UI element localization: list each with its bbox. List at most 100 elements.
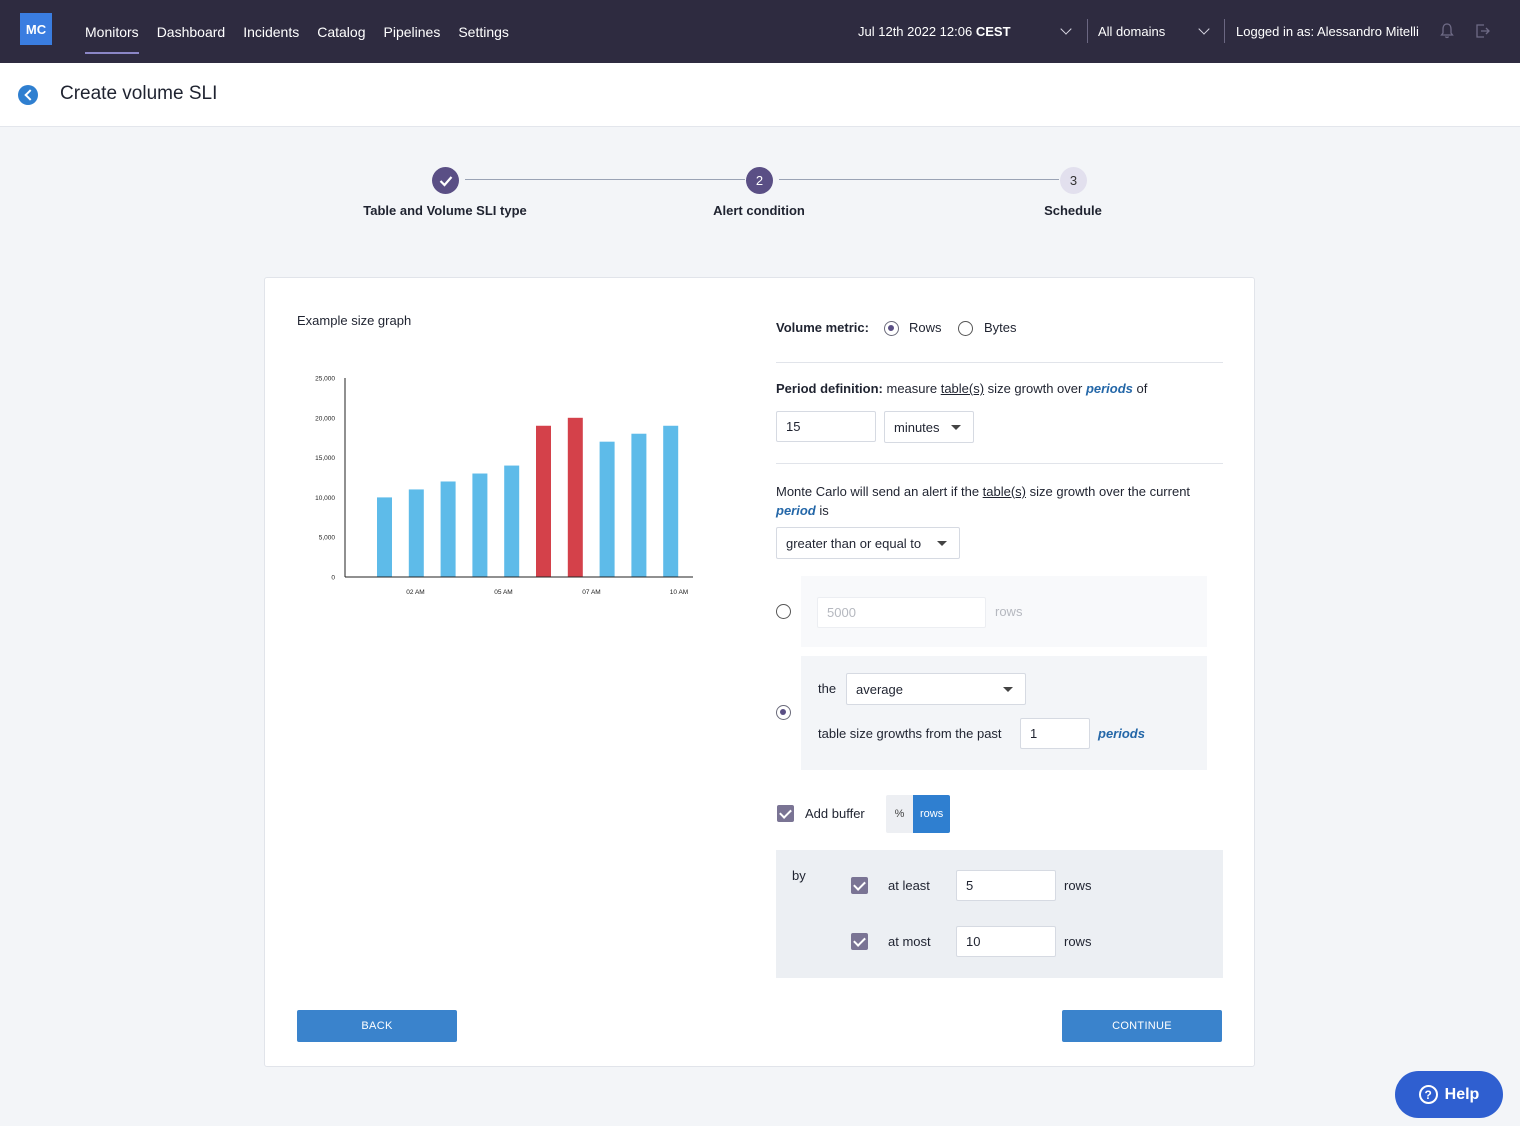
at-most-unit: rows [1064,934,1092,949]
nav-incidents[interactable]: Incidents [243,18,299,46]
alert-text2: size growth over the current [1026,484,1191,499]
user-text: Logged in as: Alessandro Mitelli [1236,24,1419,39]
radio-relative-threshold[interactable] [776,705,791,720]
bar [536,425,551,577]
bar [631,433,647,577]
step-3-label: Schedule [1044,203,1102,218]
alert-is: is [815,503,829,518]
step-3-number: 3 [1060,167,1087,194]
y-tick-label: 10,000 [315,495,335,502]
step-1-label: Table and Volume SLI type [363,203,527,218]
period-unit-select[interactable]: minutes [884,411,974,443]
nav-catalog[interactable]: Catalog [317,18,365,46]
bar [472,473,488,577]
periods-term: periods [1085,381,1133,396]
timezone-text: CEST [975,24,1011,39]
alert-description: Monte Carlo will send an alert if the ta… [776,482,1221,520]
past-value: 1 [1030,726,1038,741]
divider [776,463,1223,464]
x-tick-label: 05 AM [494,589,512,596]
domain-selector[interactable]: All domains [1098,0,1165,63]
radio-absolute-threshold[interactable] [776,604,791,619]
chevron-down-icon[interactable] [1198,23,1210,35]
at-least-unit: rows [1064,878,1092,893]
period-unit: minutes [894,419,940,435]
buffer-percent-option[interactable]: % [886,795,913,833]
graph-title: Example size graph [297,313,412,328]
help-label: Help [1444,1085,1480,1103]
bar [504,465,520,577]
at-most-input[interactable]: 10 [956,926,1056,957]
divider [776,362,1223,363]
help-button[interactable]: ? Help [1395,1071,1503,1118]
nav-divider [1224,19,1225,43]
buffer-unit-toggle: % rows [886,795,951,833]
mc-logo[interactable]: MC [20,13,52,45]
nav-settings[interactable]: Settings [458,18,509,46]
nav-divider [1087,19,1088,43]
nav-monitors[interactable]: Monitors [85,18,139,54]
x-tick-label: 07 AM [582,589,600,596]
y-tick-label: 5,000 [319,535,336,542]
at-least-label: at least [888,878,930,893]
period-term: period [776,503,816,518]
bell-icon[interactable] [1440,23,1454,39]
back-arrow-icon[interactable] [18,85,38,105]
date-text: Jul 12th 2022 12:06 [858,24,973,39]
page-header: Create volume SLI [0,63,1520,127]
add-buffer-checkbox[interactable] [777,805,794,822]
alert-condition-card: Example size graph 0 5,000 10,000 15,000 20,… [264,277,1255,1067]
chevron-down-icon[interactable] [1060,23,1072,35]
comparator-select[interactable]: greater than or equal to [776,527,960,559]
past-label: table size growths from the past [818,726,1002,741]
at-least-value: 5 [966,878,974,893]
at-most-checkbox[interactable] [851,933,868,950]
step-2-label: Alert condition [713,203,805,218]
period-value-input[interactable]: 15 [776,411,876,442]
step-2-number: 2 [746,167,773,194]
at-least-checkbox[interactable] [851,877,868,894]
radio-rows-label[interactable]: Rows [909,320,942,335]
logout-icon[interactable] [1475,23,1491,39]
caret-down-icon [1003,687,1013,692]
bar [377,497,392,577]
past-unit: periods [1098,726,1145,741]
user-info: Logged in as: Alessandro Mitelli [1236,0,1419,63]
step-connector [779,179,1059,180]
caret-down-icon [937,541,947,546]
aggregate-select[interactable]: average [846,673,1026,705]
period-def-text3: of [1132,381,1148,396]
comparator: greater than or equal to [786,535,922,551]
step-connector [465,179,745,180]
at-least-input[interactable]: 5 [956,870,1056,901]
caret-down-icon [951,425,961,430]
continue-button[interactable]: CONTINUE [1062,1010,1222,1042]
step-1-check-icon [432,167,459,194]
example-size-chart: 0 5,000 10,000 15,000 20,000 25,000 02 AM 05 AM… [315,376,693,596]
tables-link-2[interactable]: table(s) [983,484,1026,499]
nav-pipelines[interactable]: Pipelines [384,18,441,46]
bar [599,441,615,577]
by-label: by [792,868,806,883]
nav-dashboard[interactable]: Dashboard [157,18,226,46]
absolute-threshold-input[interactable]: 5000 [817,597,986,628]
past-periods-input[interactable]: 1 [1020,718,1090,749]
page-title: Create volume SLI [60,83,218,104]
radio-rows[interactable] [884,321,899,336]
volume-metric-label: Volume metric: [776,320,869,335]
domain-text: All domains [1098,24,1166,39]
radio-bytes[interactable] [958,321,973,336]
y-tick-label: 20,000 [315,415,335,422]
bar [440,481,456,577]
period-def-text2: size growth over [984,381,1086,396]
buffer-rows-option[interactable]: rows [913,795,951,833]
y-tick-label: 0 [331,575,335,582]
tables-link[interactable]: table(s) [941,381,984,396]
bar [567,417,583,577]
alert-text1: Monte Carlo will send an alert if the [776,484,983,499]
back-button[interactable]: BACK [297,1010,457,1042]
date-selector[interactable]: Jul 12th 2022 12:06 CEST [858,0,1011,63]
period-def-bold: Period definition: [776,381,883,396]
bar [663,425,679,577]
radio-bytes-label[interactable]: Bytes [984,320,1017,335]
